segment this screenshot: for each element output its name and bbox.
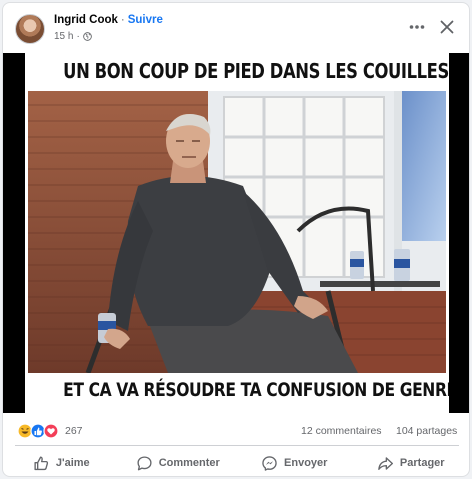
shares-count[interactable]: 104 partages [396, 425, 457, 437]
meme-photo [28, 91, 446, 373]
love-icon [43, 423, 59, 439]
follow-button[interactable]: Suivre [128, 14, 163, 26]
post-header: Ingrid Cook · Suivre 15 h · [3, 3, 469, 53]
meme-bottom-caption: ET CA VA RÉSOUDRE TA CONFUSION DE GENRE [63, 379, 449, 401]
comment-label: Commenter [158, 457, 220, 469]
send-label: Envoyer [284, 457, 328, 469]
more-horizontal-icon [409, 25, 425, 29]
actions-divider [15, 445, 459, 446]
author-line: Ingrid Cook · Suivre [54, 14, 163, 26]
close-icon [440, 20, 454, 34]
name-separator: · [120, 14, 125, 26]
comment-icon [137, 455, 152, 470]
meme-top-caption: UN BON COUP DE PIED DANS LES COUILLES [63, 59, 449, 83]
porch-photo-illustration [28, 91, 446, 373]
reaction-icons[interactable] [17, 423, 63, 439]
post-media[interactable]: UN BON COUP DE PIED DANS LES COUILLES ET… [3, 53, 469, 413]
meta-separator: · [76, 31, 80, 42]
share-label: Partager [399, 457, 445, 469]
send-button[interactable]: Envoyer [236, 449, 353, 476]
post-time[interactable]: 15 h [54, 31, 73, 42]
comment-button[interactable]: Commenter [120, 449, 237, 476]
haha-icon [17, 423, 33, 439]
globe-icon [82, 32, 92, 41]
thumbs-up-icon [34, 455, 48, 470]
more-options-button[interactable] [407, 17, 427, 37]
reaction-bar: 267 12 commentaires 104 partages [3, 419, 469, 443]
comments-count[interactable]: 12 commentaires [301, 425, 382, 437]
messenger-icon [262, 455, 277, 471]
share-icon [378, 456, 393, 470]
like-label: J'aime [55, 457, 90, 469]
like-icon [30, 423, 46, 439]
reaction-icon-stack [17, 423, 59, 439]
share-button[interactable]: Partager [353, 449, 470, 476]
post-card: Ingrid Cook · Suivre 15 h · UN BON COUP D [2, 2, 470, 477]
post-actions: J'aime Commenter Envoyer Partager [3, 449, 470, 476]
close-button[interactable] [435, 15, 459, 39]
author-avatar[interactable] [15, 14, 45, 44]
author-name[interactable]: Ingrid Cook [54, 14, 118, 26]
post-meta: 15 h · [54, 31, 92, 42]
like-button[interactable]: J'aime [3, 449, 120, 476]
meme-image: UN BON COUP DE PIED DANS LES COUILLES ET… [25, 53, 449, 413]
reaction-count[interactable]: 267 [65, 425, 83, 437]
